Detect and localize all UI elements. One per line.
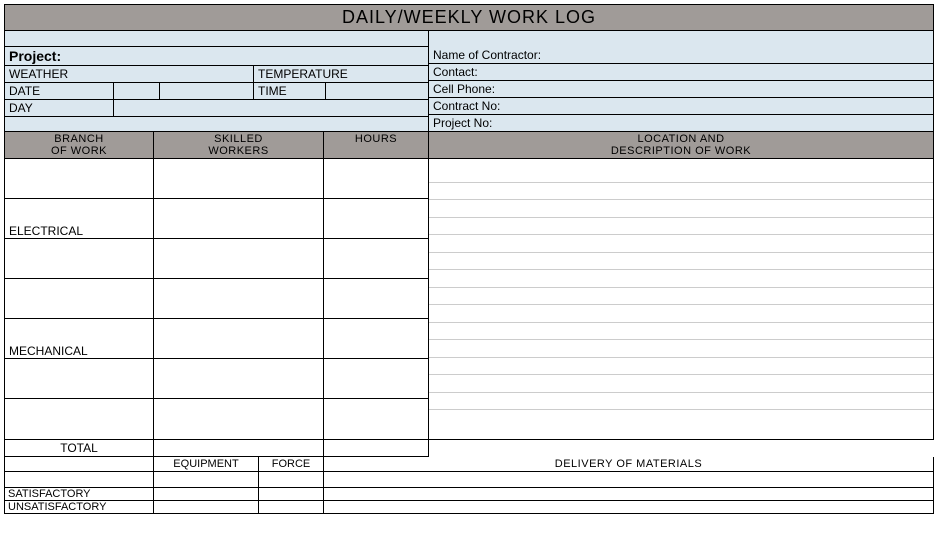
page-title: DAILY/WEEKLY WORK LOG [4,4,934,31]
temperature-label: TEMPERATURE [254,66,429,83]
hours-cell[interactable] [324,359,428,399]
skilled-cell[interactable] [154,319,323,359]
unsatisfactory-label: UNSATISFACTORY [4,501,154,514]
project-label: Project: [4,47,429,66]
header-branch-2: OF WORK [5,145,153,157]
equipment-cell[interactable] [154,472,259,488]
eq-spacer2 [4,472,154,488]
header-hours: HOURS [324,132,429,159]
branch-cell[interactable]: ELECTRICAL [5,199,153,239]
force-header: FORCE [259,457,324,472]
weather-label: WEATHER [4,66,254,83]
header-branch-1: BRANCH [5,133,153,145]
header-location: LOCATION AND DESCRIPTION OF WORK [429,132,934,159]
skilled-cell[interactable] [154,359,323,399]
skilled-cell[interactable] [154,279,323,319]
branch-cell[interactable] [5,359,153,399]
delivery-cell[interactable] [324,472,934,488]
delivery-header: DELIVERY OF MATERIALS [324,457,934,472]
branch-cell[interactable] [5,279,153,319]
header-skilled-1: SKILLED [154,133,323,145]
spacer [4,117,429,132]
description-area[interactable] [429,159,934,440]
skilled-cell[interactable] [154,199,323,239]
unsatisfactory-equipment[interactable] [154,501,259,514]
project-no-label: Project No: [429,115,934,132]
hours-cell[interactable] [324,279,428,319]
time-label: TIME [254,83,326,100]
header-skilled: SKILLED WORKERS [154,132,324,159]
contract-no-label: Contract No: [429,98,934,115]
date-value-2[interactable] [160,83,254,100]
unsatisfactory-delivery[interactable] [324,501,934,514]
col-branch: ELECTRICAL MECHANICAL [4,159,154,440]
header-location-2: DESCRIPTION OF WORK [429,145,933,157]
cell-phone-label: Cell Phone: [429,81,934,98]
day-value[interactable] [114,100,429,117]
total-label: TOTAL [4,440,154,457]
total-hours[interactable] [324,440,429,457]
day-label: DAY [4,100,114,117]
total-spacer [429,440,934,457]
branch-cell[interactable] [5,239,153,279]
force-cell[interactable] [259,472,324,488]
col-hours [324,159,429,440]
date-value[interactable] [114,83,160,100]
equipment-header: EQUIPMENT [154,457,259,472]
hours-cell[interactable] [324,319,428,359]
title-text: DAILY/WEEKLY WORK LOG [342,7,596,27]
date-label: DATE [4,83,114,100]
total-skilled[interactable] [154,440,324,457]
satisfactory-delivery[interactable] [324,488,934,501]
hours-cell[interactable] [324,239,428,279]
header-location-1: LOCATION AND [429,133,933,145]
header-branch: BRANCH OF WORK [4,132,154,159]
satisfactory-force[interactable] [259,488,324,501]
hours-cell[interactable] [324,399,428,439]
branch-cell[interactable]: MECHANICAL [5,319,153,359]
header-hours-text: HOURS [355,133,397,145]
skilled-cell[interactable] [154,399,323,439]
eq-spacer [4,457,154,472]
contractor-label: Name of Contractor: [429,31,934,64]
branch-cell[interactable] [5,159,153,199]
time-value[interactable] [326,83,429,100]
hours-cell[interactable] [324,199,428,239]
satisfactory-equipment[interactable] [154,488,259,501]
col-skilled [154,159,324,440]
contact-label: Contact: [429,64,934,81]
spacer [4,31,429,47]
hours-cell[interactable] [324,159,428,199]
header-skilled-2: WORKERS [154,145,323,157]
unsatisfactory-force[interactable] [259,501,324,514]
skilled-cell[interactable] [154,239,323,279]
skilled-cell[interactable] [154,159,323,199]
satisfactory-label: SATISFACTORY [4,488,154,501]
branch-cell[interactable] [5,399,153,439]
